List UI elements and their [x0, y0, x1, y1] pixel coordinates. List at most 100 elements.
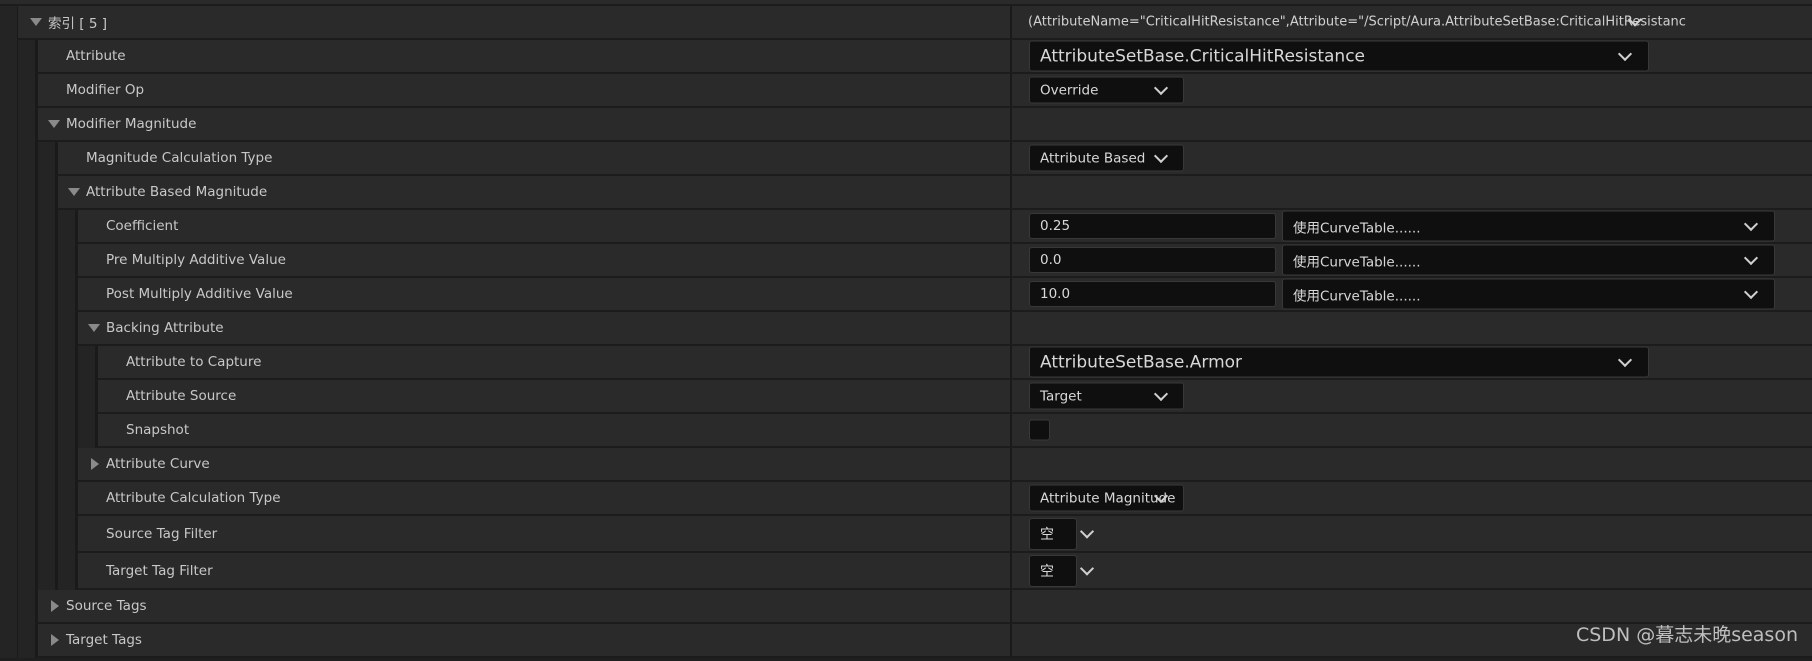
indent-guide — [0, 448, 20, 482]
property-label: Attribute Based Magnitude — [86, 184, 268, 200]
chevron-down-icon[interactable] — [1079, 523, 1095, 539]
property-row-attribute-based-magnitude: Attribute Based Magnitude — [0, 176, 1812, 210]
property-value-cell: AttributeSetBase.CriticalHitResistance — [1010, 40, 1812, 74]
collapse-arrow-icon[interactable] — [30, 18, 42, 26]
curve-table-dropdown[interactable]: 使用CurveTable...... — [1282, 278, 1775, 310]
property-row-attribute-calculation-type: Attribute Calculation Type Attribute Magn… — [0, 482, 1812, 516]
attribute-combobox-text: AttributeSetBase.Armor — [1040, 352, 1243, 372]
enum-dropdown-text: Target — [1040, 388, 1082, 404]
property-row-target-tag-filter: Target Tag Filter 空 — [0, 553, 1812, 590]
indent-guide — [38, 553, 58, 590]
property-label: Magnitude Calculation Type — [86, 150, 273, 166]
collapse-arrow-icon[interactable] — [88, 324, 100, 332]
indent-guide — [0, 590, 20, 624]
property-label: Target Tag Filter — [106, 562, 213, 579]
property-label-cell: Coefficient — [78, 210, 1010, 244]
expand-arrow-icon[interactable] — [51, 634, 59, 646]
enum-dropdown[interactable]: Override — [1029, 76, 1184, 104]
snapshot-checkbox[interactable] — [1029, 419, 1050, 441]
tag-query-button-text: 空 — [1040, 563, 1054, 580]
curve-table-dropdown[interactable]: 使用CurveTable...... — [1282, 210, 1775, 242]
number-input[interactable]: 0.0 — [1029, 247, 1276, 273]
tag-query-button[interactable]: 空 — [1029, 554, 1077, 587]
indent-guide — [0, 74, 20, 108]
enum-dropdown-text: Attribute Based — [1040, 150, 1146, 166]
indent-guide — [18, 346, 38, 380]
property-value-cell — [1010, 414, 1812, 448]
attribute-combobox[interactable]: AttributeSetBase.CriticalHitResistance — [1029, 40, 1649, 72]
indent-guide — [38, 312, 58, 346]
indent-guide — [0, 553, 20, 590]
tag-query-button[interactable]: 空 — [1029, 517, 1077, 550]
indent-guide — [0, 346, 20, 380]
indent-guide — [58, 380, 78, 414]
property-label: Snapshot — [126, 422, 190, 438]
chevron-down-icon — [1743, 216, 1759, 231]
collapse-arrow-icon[interactable] — [68, 188, 80, 196]
property-row-magnitude-calculation-type: Magnitude Calculation Type Attribute Base… — [0, 142, 1812, 176]
number-input[interactable]: 0.25 — [1029, 213, 1276, 239]
expand-arrow-icon[interactable] — [51, 600, 59, 612]
property-label-cell: Attribute to Capture — [98, 346, 1010, 380]
indent-guide — [18, 553, 38, 590]
indent-guide — [0, 624, 20, 658]
indent-guide — [0, 40, 20, 74]
property-label: Attribute Curve — [106, 456, 210, 472]
number-input[interactable]: 10.0 — [1029, 281, 1276, 307]
property-label-cell: Pre Multiply Additive Value — [78, 244, 1010, 278]
enum-dropdown[interactable]: Target — [1029, 382, 1184, 410]
property-label: Attribute — [66, 48, 126, 64]
property-label-cell: Attribute Calculation Type — [78, 482, 1010, 516]
chevron-down-icon[interactable] — [1079, 560, 1095, 576]
property-label-cell: 索引 [ 5 ] — [18, 6, 1010, 40]
curve-table-dropdown-text: 使用CurveTable...... — [1293, 288, 1421, 304]
property-value-cell: Override — [1010, 74, 1812, 108]
property-row-5: 索引 [ 5 ] (AttributeName="CriticalHitResis… — [0, 6, 1812, 40]
tag-query-button-text: 空 — [1040, 526, 1054, 543]
indent-guide — [18, 40, 38, 74]
property-row-target-tags: Target Tags — [0, 624, 1812, 658]
indent-guide — [18, 74, 38, 108]
indent-guide — [18, 414, 38, 448]
curve-table-dropdown-text: 使用CurveTable...... — [1293, 254, 1421, 270]
collapse-arrow-icon[interactable] — [48, 120, 60, 128]
property-row-post-multiply-additive-value: Post Multiply Additive Value 10.0 使用CurveT… — [0, 278, 1812, 312]
watermark: CSDN @暮志未晚season — [1575, 624, 1798, 646]
chevron-down-icon — [1617, 352, 1633, 367]
indent-guide — [58, 210, 78, 244]
indent-guide — [18, 244, 38, 278]
curve-table-dropdown[interactable]: 使用CurveTable...... — [1282, 244, 1775, 276]
indent-guide — [78, 414, 98, 448]
chevron-down-icon — [1153, 148, 1169, 163]
chevron-down-icon — [1617, 46, 1633, 61]
number-input-text: 0.25 — [1040, 218, 1071, 234]
chevron-down-icon — [1153, 80, 1169, 95]
property-row-backing-attribute: Backing Attribute — [0, 312, 1812, 346]
property-row-snapshot: Snapshot — [0, 414, 1812, 448]
property-label: Modifier Magnitude — [66, 116, 197, 132]
number-input-text: 0.0 — [1040, 252, 1062, 268]
attribute-combobox[interactable]: AttributeSetBase.Armor — [1029, 346, 1649, 378]
property-value-cell: AttributeSetBase.Armor — [1010, 346, 1812, 380]
property-value-cell: 空 — [1010, 553, 1812, 590]
property-row-modifier-op: Modifier Op Override — [0, 74, 1812, 108]
property-label-cell: Target Tag Filter — [78, 553, 1010, 590]
indent-guide — [38, 176, 58, 210]
property-label-cell: Backing Attribute — [78, 312, 1010, 346]
indent-guide — [0, 414, 20, 448]
indent-guide — [58, 244, 78, 278]
enum-dropdown[interactable]: Attribute Based — [1029, 144, 1184, 172]
enum-dropdown[interactable]: Attribute Magnitude — [1029, 484, 1184, 512]
property-row-attribute: Attribute AttributeSetBase.CriticalHitRes… — [0, 40, 1812, 74]
indent-guide — [0, 142, 20, 176]
expand-arrow-icon[interactable] — [91, 458, 99, 470]
property-value-cell — [1010, 108, 1812, 142]
property-label: Backing Attribute — [106, 320, 224, 336]
indent-guide — [38, 516, 58, 553]
indent-guide — [38, 482, 58, 516]
indent-guide — [58, 482, 78, 516]
property-label-cell: Post Multiply Additive Value — [78, 278, 1010, 312]
indent-guide — [38, 210, 58, 244]
property-label-cell: Attribute Based Magnitude — [58, 176, 1010, 210]
property-value-cell: (AttributeName="CriticalHitResistance",A… — [1010, 6, 1812, 40]
